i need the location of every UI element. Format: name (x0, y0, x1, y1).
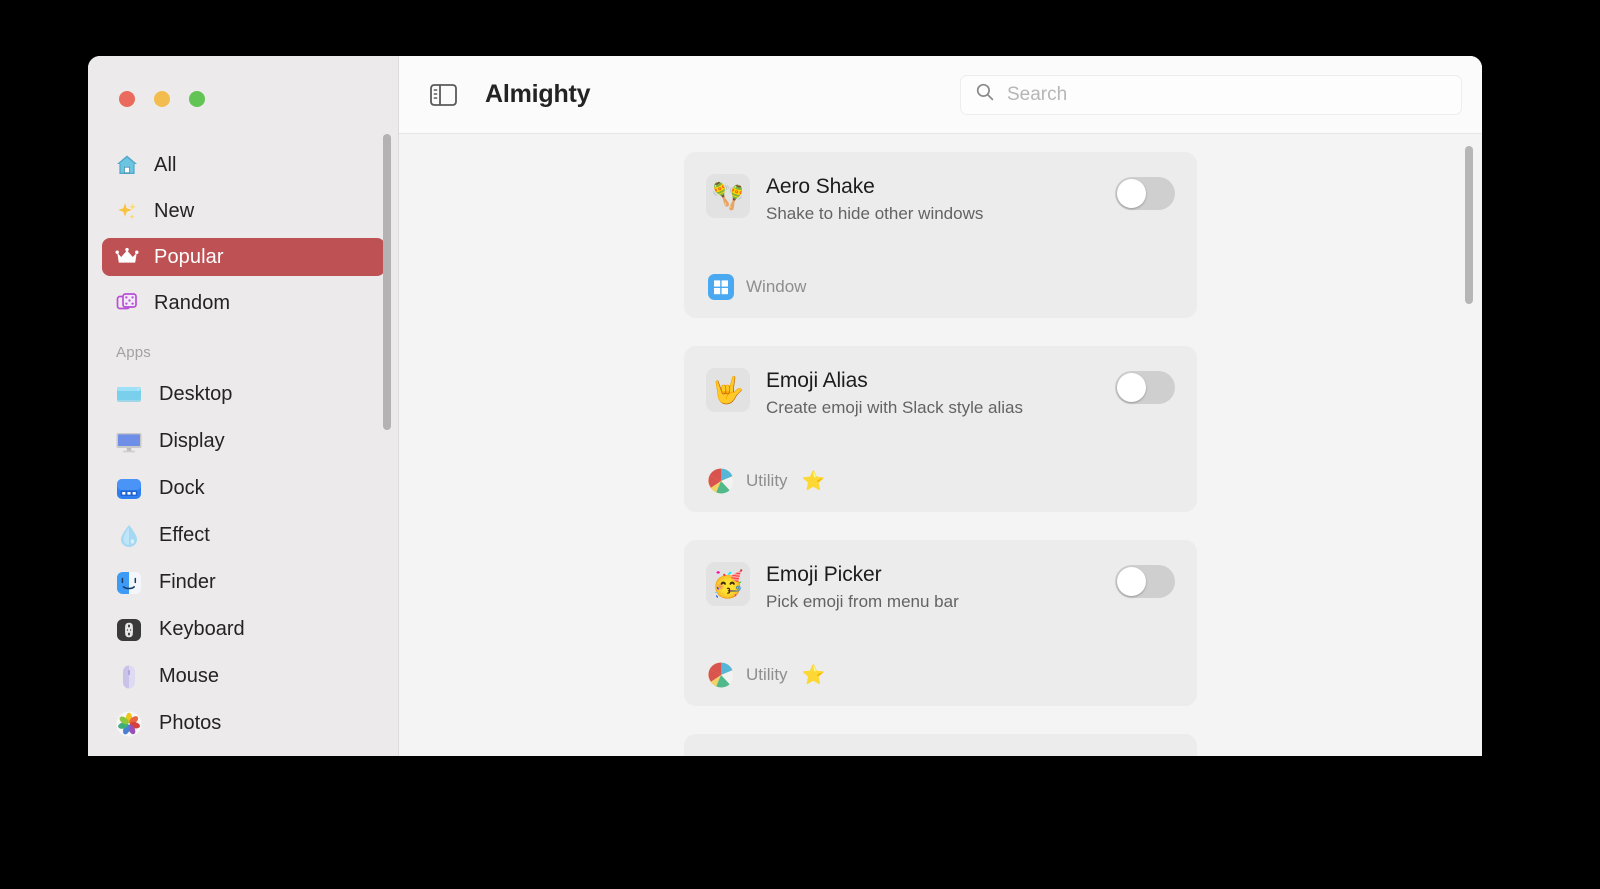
card-header: 🤟 Emoji Alias Create emoji with Slack st… (706, 368, 1175, 418)
feature-card[interactable]: 🥳 Emoji Picker Pick emoji from menu bar (684, 540, 1197, 706)
search-icon (975, 82, 995, 107)
sidebar: All New Popular Random Apps Desktop Disp… (88, 56, 399, 756)
droplet-icon (114, 521, 144, 551)
dice-icon (114, 290, 140, 316)
partying-face-emoji-icon: 🥳 (706, 562, 750, 606)
sparkles-icon (114, 198, 140, 224)
house-icon (114, 152, 140, 178)
sidebar-item-screenshot[interactable]: Screenshot (102, 747, 385, 756)
sidebar-item-label: Random (154, 291, 231, 314)
love-you-gesture-emoji-icon: 🤟 (706, 368, 750, 412)
minimize-button[interactable] (154, 91, 170, 107)
card-subtitle: Shake to hide other windows (766, 204, 984, 223)
card-text: Emoji Picker Pick emoji from menu bar (766, 562, 1099, 612)
sidebar-item-label: Finder (159, 571, 216, 593)
keyboard-icon (114, 615, 144, 645)
search-input[interactable] (1007, 83, 1447, 106)
sidebar-item-dock[interactable]: Dock (102, 465, 385, 512)
windows-logo-icon (706, 272, 736, 302)
sidebar-item-popular[interactable]: Popular (102, 238, 385, 276)
card-tag-label: Utility (746, 665, 788, 684)
sidebar-item-all[interactable]: All (102, 146, 385, 184)
display-icon (114, 427, 144, 457)
sidebar-item-desktop[interactable]: Desktop (102, 371, 385, 418)
sidebar-item-label: Dock (159, 477, 205, 499)
close-button[interactable] (119, 91, 135, 107)
sidebar-item-label: Popular (154, 245, 224, 268)
toggle-knob (1117, 373, 1146, 402)
card-tag-label: Utility (746, 471, 788, 490)
toggle-knob (1117, 179, 1146, 208)
feature-card[interactable]: 🤟 Emoji Alias Create emoji with Slack st… (684, 346, 1197, 512)
sidebar-item-new[interactable]: New (102, 192, 385, 230)
sidebar-item-random[interactable]: Random (102, 284, 385, 322)
card-footer: Window (706, 272, 1175, 302)
sidebar-scroll-area: All New Popular Random Apps Desktop Disp… (88, 128, 399, 756)
photos-icon (114, 709, 144, 739)
feature-card[interactable] (684, 734, 1197, 756)
toggle-knob (1117, 567, 1146, 596)
crown-icon (114, 244, 140, 270)
dock-icon (114, 474, 144, 504)
card-title: Aero Shake (766, 175, 875, 198)
card-footer: Utility ⭐ (706, 466, 1175, 496)
sidebar-item-photos[interactable]: Photos (102, 700, 385, 747)
star-icon: ⭐ (801, 664, 826, 686)
sidebar-item-label: Keyboard (159, 618, 245, 640)
main-pane: Almighty 🪇 (399, 56, 1482, 756)
content-scrollbar[interactable] (1465, 146, 1473, 304)
search-field[interactable] (960, 74, 1462, 115)
feature-toggle[interactable] (1115, 371, 1175, 404)
sidebar-item-mouse[interactable]: Mouse (102, 653, 385, 700)
toolbar: Almighty (399, 56, 1482, 134)
feature-toggle[interactable] (1115, 565, 1175, 598)
sidebar-item-label: New (154, 199, 195, 222)
mouse-icon (114, 662, 144, 692)
screenshot-icon (114, 756, 144, 757)
sidebar-scrollbar[interactable] (383, 134, 391, 430)
card-subtitle: Pick emoji from menu bar (766, 592, 959, 611)
window-traffic-lights (88, 56, 399, 128)
beachball-icon (706, 466, 736, 496)
sidebar-item-effect[interactable]: Effect (102, 512, 385, 559)
sidebar-item-label: Desktop (159, 383, 233, 405)
card-text: Aero Shake Shake to hide other windows (766, 174, 1099, 224)
beachball-icon (706, 660, 736, 690)
sidebar-item-label: Display (159, 430, 225, 452)
finder-icon (114, 568, 144, 598)
content-area: 🪇 Aero Shake Shake to hide other windows (399, 134, 1482, 756)
card-title: Emoji Alias (766, 369, 868, 392)
sidebar-item-display[interactable]: Display (102, 418, 385, 465)
card-header: 🥳 Emoji Picker Pick emoji from menu bar (706, 562, 1175, 612)
sidebar-item-label: Photos (159, 712, 222, 734)
sidebar-item-label: All (154, 153, 177, 176)
card-tag-label: Window (746, 277, 807, 296)
desktop-icon (114, 380, 144, 410)
star-icon: ⭐ (801, 470, 826, 492)
almighty-window: All New Popular Random Apps Desktop Disp… (88, 56, 1482, 756)
sidebar-section-apps: Apps (116, 344, 151, 361)
feature-card[interactable]: 🪇 Aero Shake Shake to hide other windows (684, 152, 1197, 318)
card-title: Emoji Picker (766, 563, 882, 586)
feature-toggle[interactable] (1115, 177, 1175, 210)
card-text: Emoji Alias Create emoji with Slack styl… (766, 368, 1099, 418)
feature-card-list: 🪇 Aero Shake Shake to hide other windows (399, 152, 1482, 756)
sidebar-nav-list: All New Popular Random (88, 146, 399, 322)
card-footer: Utility ⭐ (706, 660, 1175, 690)
sidebar-item-label: Effect (159, 524, 210, 546)
sidebar-toggle-icon[interactable] (427, 79, 459, 111)
card-header: 🪇 Aero Shake Shake to hide other windows (706, 174, 1175, 224)
page-title: Almighty (485, 80, 591, 108)
screen: All New Popular Random Apps Desktop Disp… (0, 0, 1600, 889)
zoom-button[interactable] (189, 91, 205, 107)
sidebar-apps-list: Desktop Display Dock Effect Finder Keybo… (88, 371, 399, 756)
maracas-emoji-icon: 🪇 (706, 174, 750, 218)
card-subtitle: Create emoji with Slack style alias (766, 398, 1023, 417)
sidebar-item-label: Mouse (159, 665, 220, 687)
sidebar-item-finder[interactable]: Finder (102, 559, 385, 606)
sidebar-item-keyboard[interactable]: Keyboard (102, 606, 385, 653)
